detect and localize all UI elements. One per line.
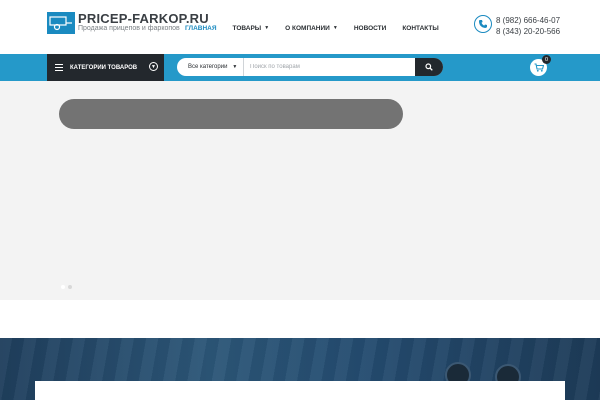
categories-button[interactable]: КАТЕГОРИИ ТОВАРОВ ▼ [47, 54, 164, 81]
nav-about[interactable]: О КОМПАНИИ ▼ [285, 22, 338, 34]
cart-icon [534, 63, 544, 72]
phone-number-1[interactable]: 8 (982) 666-46-07 [496, 15, 560, 26]
nav-contacts[interactable]: КОНТАКТЫ [402, 22, 438, 34]
logo-subtitle: Продажа прицепов и фаркопов [78, 25, 180, 32]
slider-dot-1[interactable] [61, 285, 65, 289]
chevron-down-circle-icon: ▼ [149, 62, 158, 71]
search-button[interactable] [415, 58, 443, 76]
search-category-select[interactable]: Все категории ▼ [177, 58, 244, 76]
search-input[interactable] [244, 58, 415, 76]
chevron-down-icon: ▼ [232, 64, 238, 70]
content-card [35, 381, 565, 400]
trailer-logo-icon [47, 12, 75, 34]
chevron-down-icon: ▼ [264, 25, 270, 31]
categories-label: КАТЕГОРИИ ТОВАРОВ [70, 64, 138, 71]
logo[interactable]: PRICEP-FARKOP.RU Продажа прицепов и фарк… [47, 11, 209, 40]
cart-count-badge: 0 [542, 55, 551, 64]
main-nav: ГЛАВНАЯ ТОВАРЫ ▼ О КОМПАНИИ ▼ НОВОСТИ КОНТ… [185, 22, 455, 34]
slide-caption-bar [59, 99, 403, 129]
nav-news[interactable]: НОВОСТИ [354, 22, 387, 34]
nav-products[interactable]: ТОВАРЫ ▼ [233, 22, 270, 34]
phone-number-2[interactable]: 8 (343) 20-20-566 [496, 26, 560, 37]
phone-numbers: 8 (982) 666-46-07 8 (343) 20-20-566 [496, 15, 560, 37]
search-form: Все категории ▼ [177, 58, 443, 76]
slider-dot-2[interactable] [68, 285, 72, 289]
search-icon [425, 63, 433, 71]
chevron-down-icon: ▼ [332, 25, 338, 31]
phone-icon [474, 15, 492, 33]
search-category-value: Все категории [188, 64, 228, 70]
nav-home[interactable]: ГЛАВНАЯ [185, 22, 217, 34]
menu-icon [55, 63, 63, 73]
